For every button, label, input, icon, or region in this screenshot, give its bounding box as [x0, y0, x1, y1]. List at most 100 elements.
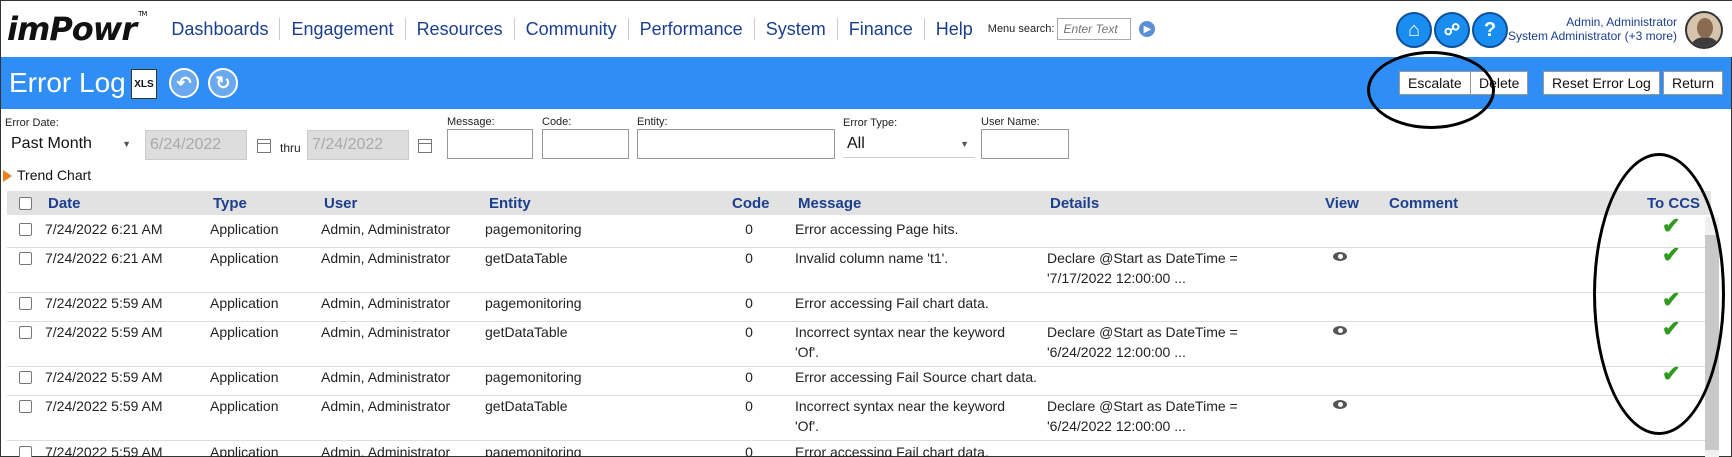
- view-eye-icon[interactable]: [1333, 252, 1347, 261]
- menu-performance[interactable]: Performance: [629, 18, 755, 40]
- table-row[interactable]: 7/24/2022 5:59 AM Application Admin, Admin…: [7, 396, 1711, 441]
- menu-system[interactable]: System: [755, 18, 838, 40]
- to-date-input[interactable]: 7/24/2022: [307, 130, 409, 160]
- user-name-filter-input[interactable]: [981, 129, 1069, 159]
- row-checkbox[interactable]: [19, 400, 32, 413]
- entity-filter-input[interactable]: [637, 129, 835, 159]
- cell-user: Admin, Administrator: [321, 324, 451, 340]
- top-navigation: imPowr TM Dashboards Engagement Resources…: [1, 1, 1732, 57]
- cell-message: Incorrect syntax near the keyword: [795, 324, 1006, 340]
- view-eye-icon[interactable]: [1333, 326, 1347, 335]
- col-message[interactable]: Message: [798, 195, 861, 212]
- cell-code: 0: [745, 398, 753, 414]
- row-checkbox[interactable]: [19, 223, 32, 236]
- error-type-select[interactable]: All ▼: [843, 130, 975, 158]
- table-row[interactable]: 7/24/2022 5:59 AM Application Admin, Admin…: [7, 442, 1711, 457]
- cell-date: 7/24/2022 5:59 AM: [45, 369, 163, 385]
- error-date-label: Error Date:: [5, 117, 59, 129]
- calendar-icon[interactable]: [257, 139, 271, 153]
- user-name-label: User Name:: [981, 116, 1040, 128]
- row-checkbox[interactable]: [19, 446, 32, 457]
- col-details[interactable]: Details: [1050, 195, 1099, 212]
- cell-type: Application: [210, 221, 279, 237]
- menu-community[interactable]: Community: [515, 18, 629, 40]
- user-name[interactable]: Admin, Administrator: [1508, 15, 1677, 29]
- message-filter-input[interactable]: [447, 129, 533, 159]
- table-row[interactable]: 7/24/2022 5:59 AM Application Admin, Admin…: [7, 287, 1711, 322]
- cell-date: 7/24/2022 5:59 AM: [45, 444, 163, 457]
- cell-type: Application: [210, 250, 279, 266]
- col-code[interactable]: Code: [732, 195, 770, 212]
- menu-search-input[interactable]: [1057, 18, 1132, 40]
- col-comment[interactable]: Comment: [1389, 195, 1458, 212]
- main-menu: Dashboards Engagement Resources Communit…: [160, 18, 1156, 40]
- view-eye-icon[interactable]: [1333, 400, 1347, 409]
- cell-code: 0: [745, 369, 753, 385]
- cell-type: Application: [210, 295, 279, 311]
- cell-code: 0: [745, 221, 753, 237]
- cell-type: Application: [210, 398, 279, 414]
- table-row[interactable]: 7/24/2022 5:59 AM Application Admin, Admin…: [7, 361, 1711, 396]
- cell-message: Invalid column name 't1'.: [795, 250, 949, 266]
- home-icon[interactable]: ⌂: [1396, 12, 1432, 48]
- col-user[interactable]: User: [324, 195, 357, 212]
- error-date-value: Past Month: [11, 135, 92, 152]
- entity-label: Entity:: [637, 116, 668, 128]
- help-icon[interactable]: ?: [1472, 12, 1508, 48]
- trend-chart-toggle[interactable]: Trend Chart: [1, 167, 91, 183]
- code-filter-input[interactable]: [542, 129, 629, 159]
- menu-finance[interactable]: Finance: [838, 18, 925, 40]
- cell-entity: getDataTable: [485, 324, 568, 340]
- cell-user: Admin, Administrator: [321, 250, 451, 266]
- cell-date: 7/24/2022 5:59 AM: [45, 324, 163, 340]
- menu-dashboards[interactable]: Dashboards: [160, 18, 281, 40]
- cell-entity: pagemonitoring: [485, 369, 582, 385]
- col-type[interactable]: Type: [213, 195, 247, 212]
- row-checkbox[interactable]: [19, 326, 32, 339]
- cell-entity: getDataTable: [485, 250, 568, 266]
- user-role[interactable]: System Administrator (+3 more): [1508, 29, 1677, 43]
- cell-message-line2: 'Of'.: [795, 344, 820, 360]
- table-row[interactable]: 7/24/2022 6:21 AM Application Admin, Admin…: [7, 242, 1711, 293]
- calendar-icon[interactable]: [418, 139, 432, 153]
- col-date[interactable]: Date: [48, 195, 81, 212]
- cell-message: Incorrect syntax near the keyword: [795, 398, 1006, 414]
- cell-date: 7/24/2022 6:21 AM: [45, 250, 163, 266]
- table-row[interactable]: 7/24/2022 6:21 AM Application Admin, Admin…: [7, 213, 1711, 248]
- cell-entity: pagemonitoring: [485, 295, 582, 311]
- row-checkbox[interactable]: [19, 252, 32, 265]
- back-icon[interactable]: ↶: [169, 68, 199, 98]
- error-type-value: All: [847, 134, 865, 152]
- cell-message: Error accessing Page hits.: [795, 221, 959, 237]
- xls-export-icon[interactable]: XLS: [131, 69, 157, 99]
- chevron-down-icon: ▼: [122, 139, 131, 149]
- error-type-label: Error Type:: [843, 117, 898, 129]
- select-all-checkbox[interactable]: [19, 197, 32, 210]
- highlight-ellipse-escalate: [1367, 51, 1495, 129]
- app-logo[interactable]: imPowr TM: [7, 10, 147, 48]
- user-info[interactable]: Admin, Administrator System Administrato…: [1508, 15, 1677, 43]
- share-icon[interactable]: ☍: [1434, 12, 1470, 48]
- col-view[interactable]: View: [1325, 195, 1359, 212]
- return-button[interactable]: Return: [1663, 71, 1724, 95]
- error-date-select[interactable]: Past Month ▼: [7, 130, 137, 158]
- cell-date: 7/24/2022 6:21 AM: [45, 221, 163, 237]
- from-date-input[interactable]: 6/24/2022: [145, 130, 247, 160]
- menu-help[interactable]: Help: [925, 18, 984, 40]
- cell-entity: getDataTable: [485, 398, 568, 414]
- search-go-icon[interactable]: ▶: [1139, 21, 1156, 37]
- cell-details: Declare @Start as DateTime =: [1047, 250, 1238, 266]
- menu-resources[interactable]: Resources: [406, 18, 515, 40]
- cell-code: 0: [745, 250, 753, 266]
- menu-engagement[interactable]: Engagement: [280, 18, 406, 40]
- col-entity[interactable]: Entity: [489, 195, 531, 212]
- row-checkbox[interactable]: [19, 371, 32, 384]
- reset-error-log-button[interactable]: Reset Error Log: [1543, 71, 1660, 95]
- cell-message: Error accessing Fail chart data.: [795, 295, 989, 311]
- row-checkbox[interactable]: [19, 297, 32, 310]
- table-row[interactable]: 7/24/2022 5:59 AM Application Admin, Admin…: [7, 316, 1711, 367]
- cell-date: 7/24/2022 5:59 AM: [45, 295, 163, 311]
- refresh-icon[interactable]: ↻: [208, 68, 238, 98]
- avatar[interactable]: [1685, 11, 1723, 49]
- cell-entity: pagemonitoring: [485, 444, 582, 457]
